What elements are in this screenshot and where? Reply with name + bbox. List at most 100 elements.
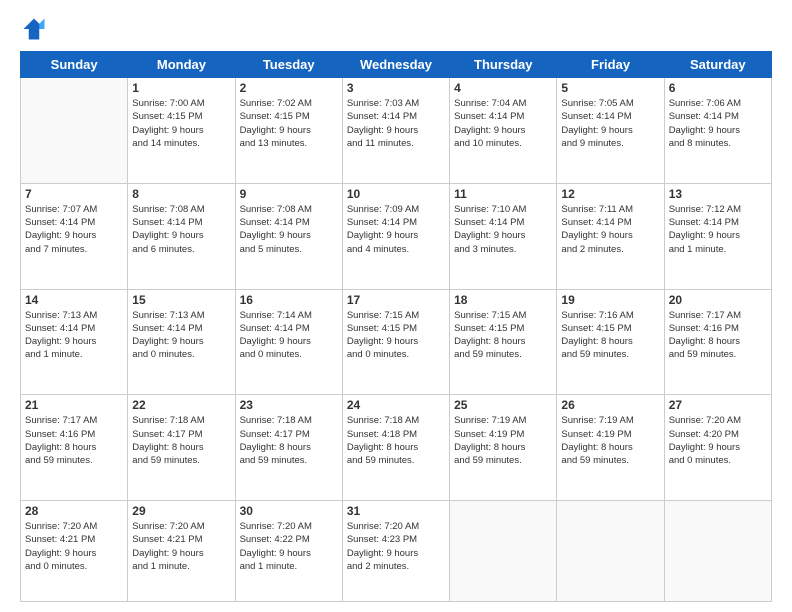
calendar-cell (664, 501, 771, 602)
calendar-cell: 11 Sunrise: 7:10 AMSunset: 4:14 PMDayligh… (450, 183, 557, 289)
calendar-cell: 16 Sunrise: 7:14 AMSunset: 4:14 PMDayligh… (235, 289, 342, 395)
calendar-table: SundayMondayTuesdayWednesdayThursdayFrid… (20, 51, 772, 602)
calendar-cell: 22 Sunrise: 7:18 AMSunset: 4:17 PMDayligh… (128, 395, 235, 501)
day-number: 30 (240, 504, 338, 518)
weekday-header: Tuesday (235, 52, 342, 78)
day-info: Sunrise: 7:10 AMSunset: 4:14 PMDaylight:… (454, 203, 552, 256)
calendar-cell: 26 Sunrise: 7:19 AMSunset: 4:19 PMDayligh… (557, 395, 664, 501)
day-info: Sunrise: 7:19 AMSunset: 4:19 PMDaylight:… (561, 414, 659, 467)
calendar-cell (450, 501, 557, 602)
day-number: 22 (132, 398, 230, 412)
day-number: 18 (454, 293, 552, 307)
day-info: Sunrise: 7:04 AMSunset: 4:14 PMDaylight:… (454, 97, 552, 150)
day-info: Sunrise: 7:16 AMSunset: 4:15 PMDaylight:… (561, 309, 659, 362)
day-number: 19 (561, 293, 659, 307)
calendar-cell: 27 Sunrise: 7:20 AMSunset: 4:20 PMDayligh… (664, 395, 771, 501)
calendar-cell: 2 Sunrise: 7:02 AMSunset: 4:15 PMDaylight… (235, 78, 342, 184)
day-info: Sunrise: 7:17 AMSunset: 4:16 PMDaylight:… (669, 309, 767, 362)
day-number: 20 (669, 293, 767, 307)
day-number: 29 (132, 504, 230, 518)
day-info: Sunrise: 7:19 AMSunset: 4:19 PMDaylight:… (454, 414, 552, 467)
day-number: 2 (240, 81, 338, 95)
day-number: 7 (25, 187, 123, 201)
calendar-cell: 29 Sunrise: 7:20 AMSunset: 4:21 PMDayligh… (128, 501, 235, 602)
logo (20, 15, 52, 43)
day-info: Sunrise: 7:02 AMSunset: 4:15 PMDaylight:… (240, 97, 338, 150)
day-info: Sunrise: 7:17 AMSunset: 4:16 PMDaylight:… (25, 414, 123, 467)
day-number: 31 (347, 504, 445, 518)
calendar-cell: 15Sunrise: 7:13 AMSunset: 4:14 PMDayligh… (128, 289, 235, 395)
day-number: 8 (132, 187, 230, 201)
calendar-cell: 28 Sunrise: 7:20 AMSunset: 4:21 PMDayligh… (21, 501, 128, 602)
calendar-cell: 5Sunrise: 7:05 AMSunset: 4:14 PMDaylight… (557, 78, 664, 184)
header (20, 15, 772, 43)
calendar-cell: 8 Sunrise: 7:08 AMSunset: 4:14 PMDaylight… (128, 183, 235, 289)
weekday-header: Thursday (450, 52, 557, 78)
day-info: Sunrise: 7:18 AMSunset: 4:17 PMDaylight:… (240, 414, 338, 467)
weekday-header: Sunday (21, 52, 128, 78)
day-number: 12 (561, 187, 659, 201)
day-info: Sunrise: 7:20 AMSunset: 4:20 PMDaylight:… (669, 414, 767, 467)
calendar-cell: 13 Sunrise: 7:12 AMSunset: 4:14 PMDayligh… (664, 183, 771, 289)
calendar-cell (21, 78, 128, 184)
calendar-cell: 1Sunrise: 7:00 AMSunset: 4:15 PMDaylight… (128, 78, 235, 184)
logo-icon (20, 15, 48, 43)
day-info: Sunrise: 7:20 AMSunset: 4:21 PMDaylight:… (132, 520, 230, 573)
day-number: 16 (240, 293, 338, 307)
day-info: Sunrise: 7:20 AMSunset: 4:22 PMDaylight:… (240, 520, 338, 573)
day-info: Sunrise: 7:08 AMSunset: 4:14 PMDaylight:… (132, 203, 230, 256)
day-number: 17 (347, 293, 445, 307)
calendar-cell (557, 501, 664, 602)
day-number: 10 (347, 187, 445, 201)
day-number: 6 (669, 81, 767, 95)
calendar-cell: 7 Sunrise: 7:07 AMSunset: 4:14 PMDaylight… (21, 183, 128, 289)
weekday-header: Wednesday (342, 52, 449, 78)
calendar-cell: 24Sunrise: 7:18 AMSunset: 4:18 PMDayligh… (342, 395, 449, 501)
calendar-cell: 10 Sunrise: 7:09 AMSunset: 4:14 PMDayligh… (342, 183, 449, 289)
day-number: 13 (669, 187, 767, 201)
day-info: Sunrise: 7:20 AMSunset: 4:21 PMDaylight:… (25, 520, 123, 573)
weekday-header: Monday (128, 52, 235, 78)
day-number: 26 (561, 398, 659, 412)
day-info: Sunrise: 7:15 AMSunset: 4:15 PMDaylight:… (347, 309, 445, 362)
calendar-cell: 9 Sunrise: 7:08 AMSunset: 4:14 PMDaylight… (235, 183, 342, 289)
calendar-cell: 4Sunrise: 7:04 AMSunset: 4:14 PMDaylight… (450, 78, 557, 184)
calendar-cell: 30 Sunrise: 7:20 AMSunset: 4:22 PMDayligh… (235, 501, 342, 602)
weekday-header: Saturday (664, 52, 771, 78)
day-number: 11 (454, 187, 552, 201)
day-number: 28 (25, 504, 123, 518)
day-info: Sunrise: 7:03 AMSunset: 4:14 PMDaylight:… (347, 97, 445, 150)
day-info: Sunrise: 7:13 AMSunset: 4:14 PMDaylight:… (25, 309, 123, 362)
calendar-cell: 18 Sunrise: 7:15 AMSunset: 4:15 PMDayligh… (450, 289, 557, 395)
day-info: Sunrise: 7:11 AMSunset: 4:14 PMDaylight:… (561, 203, 659, 256)
day-number: 5 (561, 81, 659, 95)
calendar-cell: 14 Sunrise: 7:13 AMSunset: 4:14 PMDayligh… (21, 289, 128, 395)
calendar-cell: 6 Sunrise: 7:06 AMSunset: 4:14 PMDaylight… (664, 78, 771, 184)
day-info: Sunrise: 7:09 AMSunset: 4:14 PMDaylight:… (347, 203, 445, 256)
calendar-cell: 31 Sunrise: 7:20 AMSunset: 4:23 PMDayligh… (342, 501, 449, 602)
calendar-cell: 23 Sunrise: 7:18 AMSunset: 4:17 PMDayligh… (235, 395, 342, 501)
day-info: Sunrise: 7:08 AMSunset: 4:14 PMDaylight:… (240, 203, 338, 256)
day-number: 14 (25, 293, 123, 307)
calendar-cell: 20 Sunrise: 7:17 AMSunset: 4:16 PMDayligh… (664, 289, 771, 395)
day-info: Sunrise: 7:18 AMSunset: 4:17 PMDaylight:… (132, 414, 230, 467)
weekday-header: Friday (557, 52, 664, 78)
day-info: Sunrise: 7:20 AMSunset: 4:23 PMDaylight:… (347, 520, 445, 573)
day-info: Sunrise: 7:00 AMSunset: 4:15 PMDaylight:… (132, 97, 230, 150)
calendar-cell: 25 Sunrise: 7:19 AMSunset: 4:19 PMDayligh… (450, 395, 557, 501)
calendar-cell: 17 Sunrise: 7:15 AMSunset: 4:15 PMDayligh… (342, 289, 449, 395)
day-number: 27 (669, 398, 767, 412)
calendar-cell: 3 Sunrise: 7:03 AMSunset: 4:14 PMDaylight… (342, 78, 449, 184)
page: SundayMondayTuesdayWednesdayThursdayFrid… (0, 0, 792, 612)
calendar-cell: 21Sunrise: 7:17 AMSunset: 4:16 PMDayligh… (21, 395, 128, 501)
day-info: Sunrise: 7:06 AMSunset: 4:14 PMDaylight:… (669, 97, 767, 150)
day-info: Sunrise: 7:07 AMSunset: 4:14 PMDaylight:… (25, 203, 123, 256)
day-number: 23 (240, 398, 338, 412)
day-number: 25 (454, 398, 552, 412)
day-number: 9 (240, 187, 338, 201)
day-info: Sunrise: 7:12 AMSunset: 4:14 PMDaylight:… (669, 203, 767, 256)
day-info: Sunrise: 7:15 AMSunset: 4:15 PMDaylight:… (454, 309, 552, 362)
day-number: 3 (347, 81, 445, 95)
calendar-cell: 19 Sunrise: 7:16 AMSunset: 4:15 PMDayligh… (557, 289, 664, 395)
day-info: Sunrise: 7:14 AMSunset: 4:14 PMDaylight:… (240, 309, 338, 362)
